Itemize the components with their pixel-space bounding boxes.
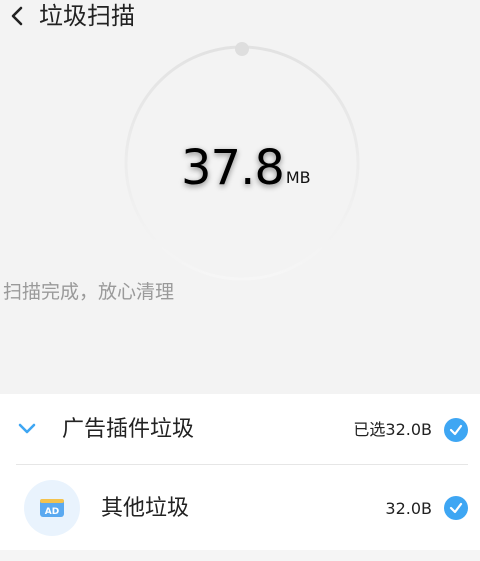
list-item-checkbox[interactable] (444, 496, 468, 520)
scan-status-text: 扫描完成，放心清理 (3, 281, 175, 303)
junk-list-panel: 广告插件垃圾 已选32.0B AD 其他垃圾 32.0B (0, 394, 480, 561)
ad-icon: AD (24, 480, 80, 536)
check-icon (449, 502, 463, 514)
list-item-other-junk[interactable]: AD 其他垃圾 32.0B (0, 466, 480, 560)
junk-size-unit: MB (285, 168, 311, 187)
list-item-label: 其他垃圾 (101, 496, 190, 521)
category-label: 广告插件垃圾 (62, 417, 195, 442)
list-footer-divider (0, 550, 480, 561)
category-checkbox[interactable] (444, 418, 468, 442)
check-icon (449, 424, 463, 436)
list-item-size: 32.0B (385, 499, 432, 518)
junk-size-value: 37.8 (181, 140, 285, 196)
expand-chevron[interactable] (16, 420, 38, 438)
svg-text:AD: AD (45, 507, 59, 517)
divider (16, 464, 468, 465)
junk-size-readout: 37.8 MB (181, 140, 311, 196)
category-selected-size: 已选32.0B (353, 420, 432, 439)
category-row-ad-plugin[interactable]: 广告插件垃圾 已选32.0B (0, 394, 480, 464)
chevron-down-icon (18, 423, 36, 434)
progress-knob (235, 42, 249, 56)
